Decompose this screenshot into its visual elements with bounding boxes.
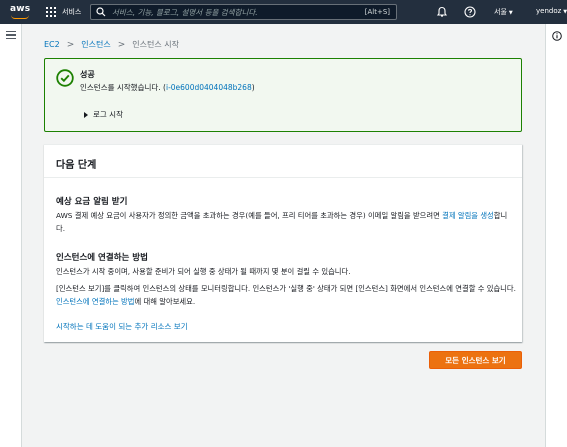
bell-icon[interactable] [436, 6, 448, 18]
info-icon[interactable] [552, 31, 562, 41]
services-menu[interactable]: 서비스 [62, 7, 81, 17]
view-all-instances-button[interactable]: 모든 인스턴스 보기 [429, 351, 522, 369]
breadcrumb-current: 인스턴스 시작 [132, 40, 179, 49]
breadcrumb-ec2[interactable]: EC2 [44, 40, 60, 49]
connect-para2: [인스턴스 보기]를 클릭하여 인스턴스의 상태를 모니터링합니다. 인스턴스가… [56, 284, 516, 306]
search-icon [96, 7, 106, 17]
breadcrumb-instances[interactable]: 인스턴스 [81, 39, 110, 50]
search-input[interactable]: 서비스, 기능, 블로그, 설명서 등을 검색합니다. [112, 7, 365, 18]
search-shortcut: [Alt+S] [364, 8, 390, 16]
region-selector[interactable]: 서울 ▼ [494, 7, 513, 17]
menu-icon[interactable] [6, 31, 16, 40]
success-message: 인스턴스를 시작했습니다. (i-0e600d0404048b268) [80, 83, 255, 92]
create-billing-alert-link[interactable]: 결제 알림을 생성 [442, 211, 494, 220]
caret-down-icon: ▼ [563, 9, 567, 15]
left-sidebar [0, 24, 22, 447]
services-grid-icon[interactable] [46, 7, 56, 17]
connect-title: 인스턴스에 연결하는 방법 [56, 253, 148, 263]
right-sidebar [545, 24, 567, 447]
success-title: 성공 [80, 70, 95, 79]
connect-para1: 인스턴스가 시작 중이며, 사용할 준비가 되어 실행 중 상태가 될 때까지 … [56, 267, 351, 276]
chevron-right-icon: > [66, 39, 75, 50]
launch-log-label: 로그 시작 [93, 110, 123, 119]
caret-right-icon [84, 111, 88, 118]
next-steps-heading: 다음 단계 [44, 145, 522, 178]
aws-logo-text: aws [10, 4, 31, 14]
launch-log-toggle[interactable]: 로그 시작 [84, 109, 123, 120]
instance-id-link[interactable]: i-0e600d0404048b268 [166, 83, 252, 92]
more-resources-link[interactable]: 시작하는 데 도움이 되는 추가 리소스 보기 [56, 321, 188, 332]
success-alert: 성공 인스턴스를 시작했습니다. (i-0e600d0404048b268) 로… [44, 58, 522, 132]
breadcrumb: EC2 > 인스턴스 > 인스턴스 시작 [44, 39, 179, 50]
chevron-right-icon: > [117, 39, 126, 50]
billing-alert-text: AWS 결제 예상 요금이 사용자가 정의한 금액을 초과하는 경우(예를 들어… [56, 211, 508, 233]
caret-down-icon: ▼ [508, 10, 513, 16]
help-icon[interactable] [464, 6, 476, 18]
top-nav: aws 서비스 서비스, 기능, 블로그, 설명서 등을 검색합니다. [Alt… [0, 0, 567, 24]
how-to-connect-link[interactable]: 인스턴스에 연결하는 방법 [56, 297, 134, 306]
search-box[interactable]: 서비스, 기능, 블로그, 설명서 등을 검색합니다. [Alt+S] [90, 4, 397, 20]
next-steps-panel: 다음 단계 예상 요금 알림 받기 AWS 결제 예상 요금이 사용자가 정의한… [44, 144, 522, 342]
aws-logo[interactable]: aws [8, 2, 36, 22]
check-circle-icon [56, 69, 74, 87]
account-menu[interactable]: yendoz ▼ [536, 7, 567, 15]
billing-alert-title: 예상 요금 알림 받기 [56, 197, 128, 207]
